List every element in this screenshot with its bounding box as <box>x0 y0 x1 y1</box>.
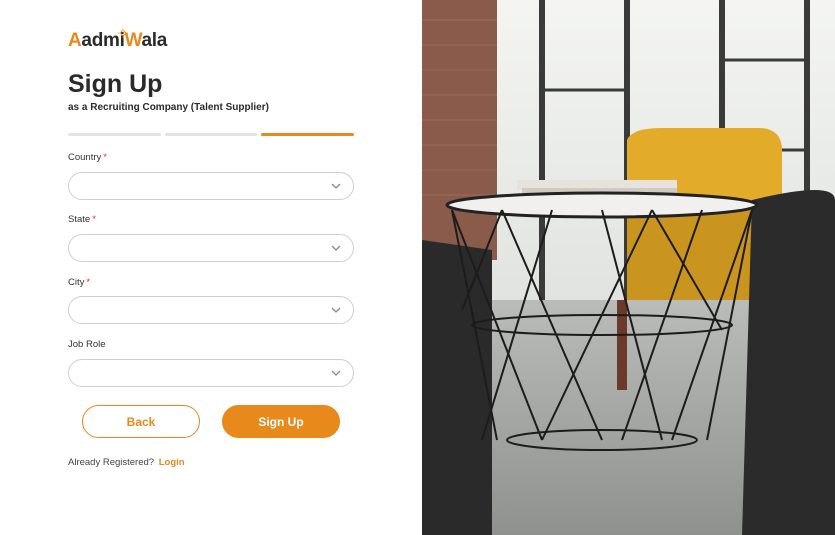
required-marker: * <box>86 277 91 288</box>
job-role-label: Job Role <box>68 339 106 350</box>
required-marker: * <box>103 152 107 163</box>
country-select[interactable] <box>68 172 354 200</box>
back-button[interactable]: Back <box>82 405 200 438</box>
sign-up-button[interactable]: Sign Up <box>222 405 340 438</box>
state-select[interactable] <box>68 234 354 262</box>
city-label: City * <box>68 277 91 288</box>
hero-photo <box>422 0 835 535</box>
progress-steps <box>68 133 355 136</box>
brand-logo: AadmiWala <box>68 28 168 51</box>
chevron-down-icon <box>331 370 341 376</box>
login-link[interactable]: Login <box>159 457 185 468</box>
chevron-down-icon <box>331 245 341 251</box>
progress-step-3 <box>261 133 355 136</box>
progress-step-1 <box>68 133 161 136</box>
signup-panel: AadmiWala Sign Up as a Recruiting Compan… <box>0 0 422 535</box>
chevron-down-icon <box>331 183 341 189</box>
city-select[interactable] <box>68 296 354 324</box>
page-title: Sign Up <box>68 70 163 98</box>
state-label: State * <box>68 214 96 225</box>
chevron-down-icon <box>331 307 341 313</box>
required-marker: * <box>92 214 96 225</box>
logo-sun-icon <box>118 28 128 38</box>
login-prompt: Already Registered? Login <box>68 457 185 468</box>
job-role-select[interactable] <box>68 359 354 387</box>
country-label: Country * <box>68 152 107 163</box>
interior-photo-image <box>422 0 835 535</box>
progress-step-2 <box>164 133 258 136</box>
page-subtitle: as a Recruiting Company (Talent Supplier… <box>68 102 269 113</box>
